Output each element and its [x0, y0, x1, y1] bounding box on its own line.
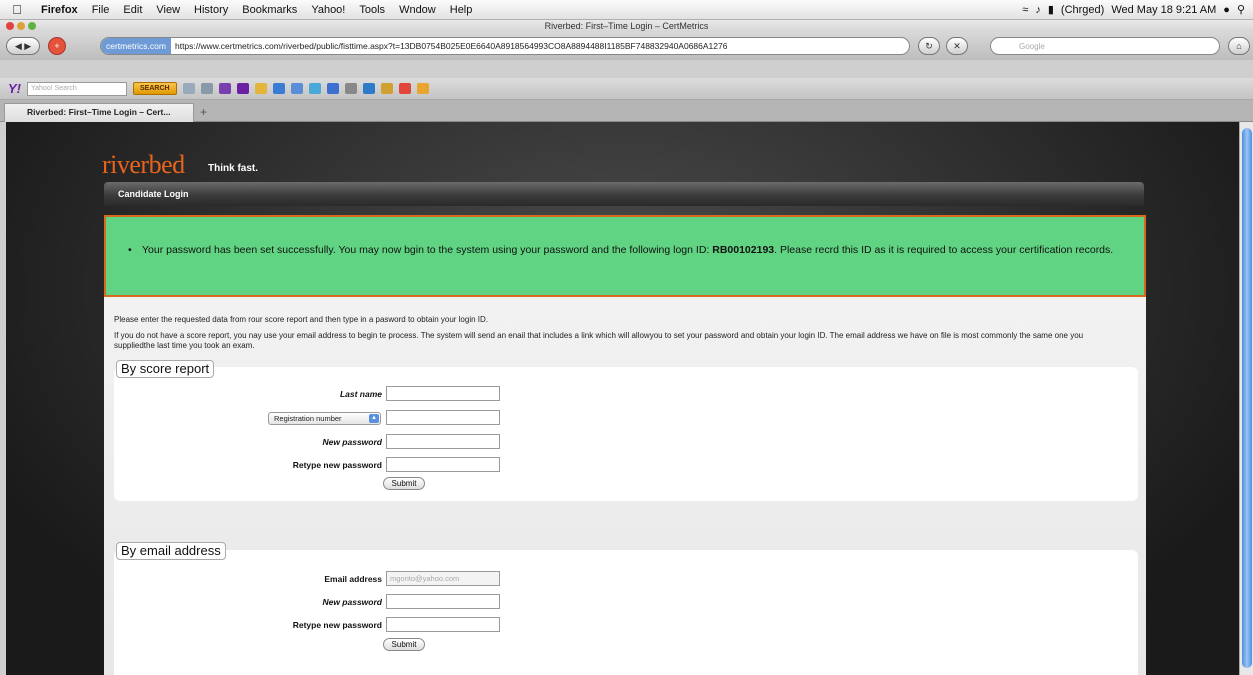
back-forward-button[interactable]: ◀ ▶ [6, 37, 40, 55]
menu-tools[interactable]: Tools [352, 4, 392, 16]
menu-view[interactable]: View [149, 4, 187, 16]
volume-icon[interactable]: ♪ [1035, 4, 1041, 16]
email-new-password-label: New password [322, 597, 382, 607]
search-input[interactable]: Google [990, 37, 1220, 55]
menu-yahoo[interactable]: Yahoo! [304, 4, 352, 16]
score-report-legend: By score report [116, 360, 215, 378]
new-password-label: New password [322, 437, 382, 447]
success-message: Your password has been set successfully.… [104, 215, 1146, 297]
url-text[interactable]: https://www.certmetrics.com/riverbed/pub… [175, 41, 727, 51]
email-new-password-input[interactable] [386, 594, 500, 609]
menu-bar:  Firefox File Edit View History Bookmar… [0, 0, 1253, 20]
menu-window[interactable]: Wndow [392, 4, 443, 16]
toolbar-icon[interactable] [380, 83, 393, 94]
home-icon: ⌂ [1236, 41, 1242, 51]
addon-button[interactable]: + [48, 37, 66, 55]
toolbar-icon[interactable] [200, 83, 213, 94]
retype-password-label: Retype new password [292, 460, 382, 470]
score-submit-button[interactable]: Submit [383, 477, 425, 490]
last-name-input[interactable] [386, 386, 500, 401]
stop-icon: ✕ [953, 40, 961, 51]
email-retype-password-label: Retype new password [292, 620, 382, 630]
last-name-label: Last name [339, 389, 382, 399]
toolbar-icon[interactable] [254, 83, 267, 94]
user-icon[interactable]: ● [1223, 4, 1230, 16]
toolbar-icon[interactable] [218, 83, 231, 94]
apple-icon[interactable]:  [0, 2, 34, 17]
tab-label: Riverbed: First–Time Login – Cert... [27, 107, 171, 117]
url-bar[interactable]: certmetrics.com https://www.certmetrics.… [100, 37, 910, 55]
email-intro-text: If you do not have a score report, you n… [114, 331, 1084, 350]
success-text-after: . Please recrd this ID as it is required… [774, 244, 1114, 256]
email-retype-password-input[interactable] [386, 617, 500, 632]
site-identity[interactable]: certmetrics.com [101, 38, 171, 54]
wifi-icon[interactable]: ≈ [1022, 4, 1028, 16]
plus-icon: + [54, 41, 60, 51]
yahoo-search-button[interactable]: SEARCH [133, 82, 177, 95]
clock[interactable]: Wed May 18 9:21 AM [1111, 4, 1216, 16]
tab-strip: Riverbed: First–Time Login – Cert... + [0, 100, 1253, 122]
login-id: RB00102193 [712, 244, 775, 256]
toolbar-icon[interactable] [416, 83, 429, 94]
toolbar-icon[interactable] [362, 83, 375, 94]
close-window-icon[interactable] [6, 22, 14, 30]
search-placeholder: Google [1019, 41, 1045, 51]
candidate-login-header: Candidate Login [104, 182, 1144, 206]
menu-help[interactable]: Help [443, 4, 480, 16]
intro-text: Please enter the requested data from rou… [114, 315, 488, 324]
menu-bookmarks[interactable]: Bookmarks [235, 4, 304, 16]
id-type-value: Registration number [274, 414, 342, 423]
email-value: mgorito@yahoo.com [390, 574, 460, 583]
back-icon: ◀ [14, 40, 22, 51]
yahoo-toolbar: Y! Yahoo! Search SEARCH [0, 78, 1253, 100]
menu-edit[interactable]: Edit [116, 4, 149, 16]
page-content: riverbed Think fast. Candidate Login You… [6, 122, 1239, 675]
email-submit-button[interactable]: Submit [383, 638, 425, 651]
yahoo-search-input[interactable]: Yahoo! Search [27, 81, 127, 96]
vertical-scrollbar[interactable] [1239, 122, 1253, 675]
reload-icon: ↻ [925, 40, 933, 51]
toolbar-icon[interactable] [182, 83, 195, 94]
scrollbar-thumb[interactable] [1242, 128, 1252, 668]
yahoo-logo[interactable]: Y! [8, 81, 21, 96]
reload-button[interactable]: ↻ [918, 37, 940, 55]
forward-icon: ▶ [24, 40, 32, 51]
battery-status[interactable]: (Chrged) [1061, 4, 1104, 16]
toolbar-icon[interactable] [308, 83, 321, 94]
status-area: ≈ ♪ ▮ (Chrged) Wed May 18 9:21 AM ● ⚲ [1022, 3, 1253, 17]
menu-history[interactable]: History [187, 4, 235, 16]
toolbar-icon[interactable] [344, 83, 357, 94]
email-input[interactable]: mgorito@yahoo.com [386, 571, 500, 586]
zoom-window-icon[interactable] [28, 22, 36, 30]
tab-riverbed[interactable]: Riverbed: First–Time Login – Cert... [4, 103, 194, 122]
minimize-window-icon[interactable] [17, 22, 25, 30]
toolbar-icon[interactable] [290, 83, 303, 94]
window-title: Riverbed: First–Time Login – CertMetrics [544, 21, 709, 31]
home-button[interactable]: ⌂ [1228, 37, 1250, 55]
menu-file[interactable]: File [85, 4, 117, 16]
stop-button[interactable]: ✕ [946, 37, 968, 55]
success-text-before: Your password has been set successfully.… [142, 244, 713, 256]
email-legend: By email address [116, 542, 226, 560]
spotlight-icon[interactable]: ⚲ [1237, 3, 1245, 16]
mail-icon[interactable] [272, 83, 285, 94]
chevron-updown-icon: ▲ [369, 414, 379, 423]
registration-number-input[interactable] [386, 410, 500, 425]
header-title: Candidate Login [118, 189, 189, 199]
email-label: Email address [324, 574, 382, 584]
score-report-section: By score report Last name Registration n… [114, 360, 1138, 501]
id-type-select[interactable]: Registration number ▲ [268, 412, 381, 425]
toolbar-icon[interactable] [326, 83, 339, 94]
weather-icon[interactable] [398, 83, 411, 94]
new-tab-button[interactable]: + [200, 105, 207, 119]
window-titlebar: Riverbed: First–Time Login – CertMetrics [0, 20, 1253, 32]
riverbed-logo[interactable]: riverbed [102, 150, 185, 180]
new-password-input[interactable] [386, 434, 500, 449]
email-section: By email address Email address mgorito@y… [114, 542, 1138, 675]
battery-icon[interactable]: ▮ [1048, 3, 1054, 16]
toolbar-icon[interactable] [236, 83, 249, 94]
menu-app[interactable]: Firefox [34, 4, 85, 16]
retype-password-input[interactable] [386, 457, 500, 472]
tagline: Think fast. [208, 163, 259, 174]
